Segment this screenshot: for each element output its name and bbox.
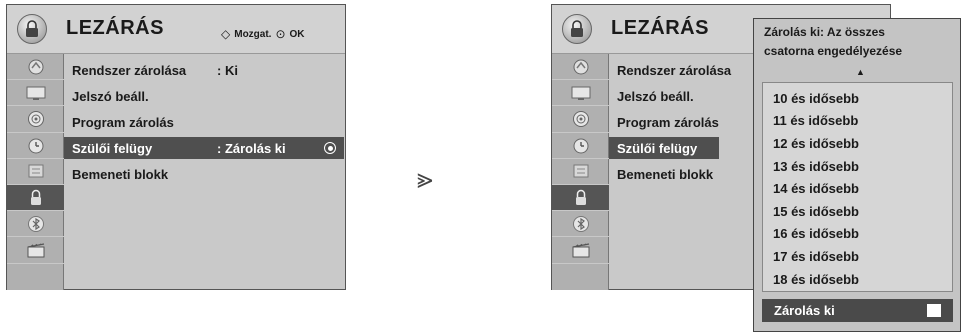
lock-icon (17, 14, 47, 44)
option-icon (26, 162, 46, 180)
age-option-17[interactable]: 17 és idősebb (763, 245, 952, 268)
sidebar-item-bluetooth[interactable] (552, 211, 609, 238)
lock-menu-panel: LEZÁRÁS ◇ Mozgat. ⊙ OK Rendszer zárolása… (6, 4, 346, 290)
age-option-12[interactable]: 12 és idősebb (763, 132, 952, 155)
sidebar-item-setup[interactable] (7, 54, 64, 81)
sidebar-item-option[interactable] (552, 159, 609, 185)
menu-item-label: Szülői felügy (617, 140, 698, 156)
menu-item-label: Bemeneti blokk (72, 166, 169, 182)
setup-icon (26, 58, 46, 76)
media-icon (26, 241, 46, 259)
popup-description-line2: csatorna engedélyezése (764, 44, 903, 58)
menu-item-set-password[interactable]: Jelszó beáll. (64, 85, 344, 107)
menu-item-system-lock[interactable]: Rendszer zárolása : Ki (64, 59, 344, 81)
selected-checkbox-icon (927, 304, 941, 317)
sidebar-item-media[interactable] (552, 237, 609, 264)
age-option-14[interactable]: 14 és idősebb (763, 177, 952, 200)
menu-item-parental-control[interactable]: Szülői felügy (609, 137, 719, 159)
menu-item-label: Rendszer zárolása (72, 62, 187, 78)
lock-off-option[interactable]: Zárolás ki (762, 299, 953, 322)
menu-item-parental-control[interactable]: Szülői felügy : Zárolás ki (64, 137, 344, 159)
hint-ok-label: OK (289, 28, 305, 40)
lock-icon (562, 14, 592, 44)
age-option-18[interactable]: 18 és idősebb (763, 268, 952, 291)
dpad-icon: ◇ (221, 27, 231, 41)
transition-arrow-icon: ⪢ (417, 162, 433, 195)
sidebar-item-audio[interactable] (552, 106, 609, 133)
sidebar-item-audio[interactable] (7, 106, 64, 133)
menu-item-label: Bemeneti blokk (617, 166, 714, 182)
category-sidebar (7, 54, 64, 290)
lock-menu-list: Rendszer zárolása : Ki Jelszó beáll. Pro… (64, 59, 344, 189)
sidebar-item-time[interactable] (7, 133, 64, 159)
ok-button-icon: ⊙ (275, 27, 286, 41)
menu-item-input-block[interactable]: Bemeneti blokk (64, 163, 344, 185)
bluetooth-icon (26, 215, 46, 233)
lock-off-label: Zárolás ki (774, 303, 835, 318)
menu-item-label: Jelszó beáll. (72, 88, 149, 104)
age-option-15[interactable]: 15 és idősebb (763, 200, 952, 223)
option-icon (571, 162, 591, 180)
picture-icon (571, 84, 591, 102)
menu-item-label: Rendszer zárolása (617, 62, 732, 78)
menu-item-program-lock[interactable]: Program zárolás (64, 111, 344, 133)
page-title: LEZÁRÁS (611, 17, 709, 39)
menu-header: LEZÁRÁS ◇ Mozgat. ⊙ OK (7, 5, 345, 54)
sidebar-item-setup[interactable] (552, 54, 609, 81)
sidebar-item-media[interactable] (7, 237, 64, 264)
setup-icon (571, 58, 591, 76)
nav-hint: ◇ Mozgat. ⊙ OK (221, 27, 305, 41)
sidebar-item-picture[interactable] (552, 80, 609, 107)
bluetooth-icon (571, 215, 591, 233)
category-sidebar (552, 54, 609, 290)
ok-select-icon (324, 142, 336, 154)
sidebar-item-bluetooth[interactable] (7, 211, 64, 238)
sidebar-item-lock[interactable] (552, 184, 609, 212)
sidebar-item-option[interactable] (7, 159, 64, 185)
time-icon (26, 136, 46, 154)
menu-item-value: : Ki (217, 62, 238, 78)
menu-item-label: Jelszó beáll. (617, 88, 694, 104)
lock-icon (571, 189, 591, 207)
audio-icon (571, 110, 591, 128)
age-option-10[interactable]: 10 és idősebb (763, 87, 952, 110)
parental-rating-popup: Zárolás ki: Az összes csatorna engedélye… (753, 18, 961, 332)
popup-description-line1: Zárolás ki: Az összes (764, 25, 885, 39)
picture-icon (26, 84, 46, 102)
age-option-11[interactable]: 11 és idősebb (763, 110, 952, 133)
menu-item-label: Szülői felügy (72, 140, 153, 156)
menu-item-label: Program zárolás (72, 114, 174, 130)
age-rating-list: 10 és idősebb 11 és idősebb 12 és időseb… (762, 82, 953, 292)
sidebar-item-picture[interactable] (7, 80, 64, 107)
lock-icon (26, 189, 46, 207)
menu-item-label: Program zárolás (617, 114, 719, 130)
audio-icon (26, 110, 46, 128)
sidebar-item-lock[interactable] (7, 184, 64, 212)
time-icon (571, 136, 591, 154)
age-option-16[interactable]: 16 és idősebb (763, 223, 952, 246)
scroll-up-icon[interactable]: ▲ (856, 67, 865, 77)
menu-item-value: : Zárolás ki (217, 140, 286, 156)
hint-move-label: Mozgat. (234, 28, 272, 40)
age-option-13[interactable]: 13 és idősebb (763, 155, 952, 178)
sidebar-item-time[interactable] (552, 133, 609, 159)
page-title: LEZÁRÁS (66, 17, 164, 39)
media-icon (571, 241, 591, 259)
popup-description: Zárolás ki: Az összes csatorna engedélye… (764, 23, 902, 61)
